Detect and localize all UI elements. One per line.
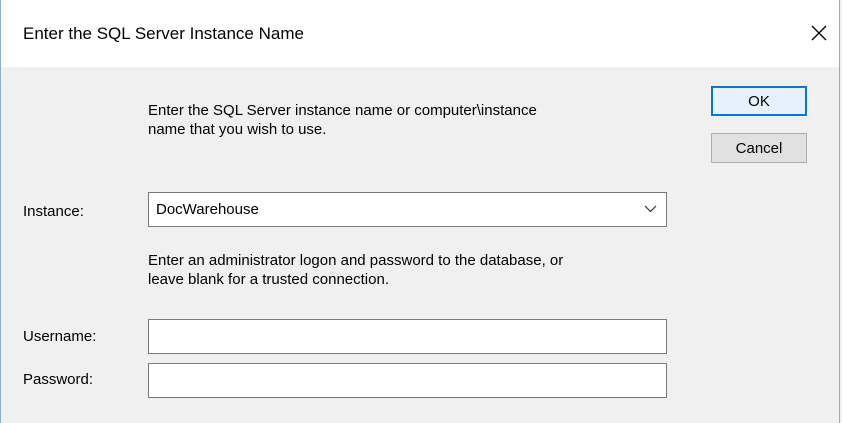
username-field[interactable]: [148, 319, 667, 354]
instance-label: Instance:: [23, 203, 84, 220]
logon-instructions-line2: leave blank for a trusted connection.: [148, 271, 389, 288]
instance-instructions: Enter the SQL Server instance name or co…: [148, 101, 628, 139]
logon-instructions: Enter an administrator logon and passwor…: [148, 251, 668, 289]
instance-instructions-line2: name that you wish to use.: [148, 121, 327, 138]
logon-instructions-line1: Enter an administrator logon and passwor…: [148, 252, 564, 269]
username-label: Username:: [23, 328, 97, 345]
title-bar: Enter the SQL Server Instance Name: [1, 0, 839, 67]
ok-button[interactable]: OK: [711, 86, 807, 116]
instance-instructions-line1: Enter the SQL Server instance name or co…: [148, 102, 537, 119]
sql-instance-dialog: Enter the SQL Server Instance Name Enter…: [0, 0, 840, 423]
cancel-button[interactable]: Cancel: [711, 133, 807, 163]
dialog-title: Enter the SQL Server Instance Name: [23, 24, 304, 43]
password-label: Password:: [23, 371, 94, 388]
instance-value: DocWarehouse: [156, 201, 259, 218]
instance-combobox[interactable]: DocWarehouse: [148, 192, 667, 227]
close-icon: [811, 25, 827, 41]
chevron-down-icon[interactable]: [644, 204, 657, 214]
close-button[interactable]: [801, 16, 837, 50]
password-field[interactable]: [148, 363, 667, 398]
